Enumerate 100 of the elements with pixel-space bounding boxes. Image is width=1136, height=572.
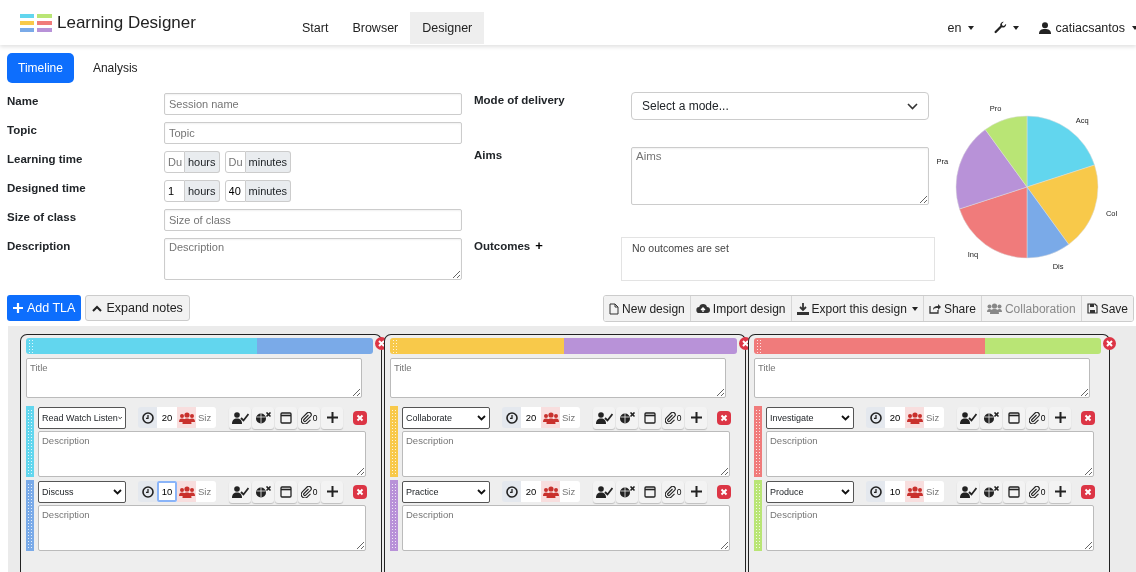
activity-type-select[interactable]: Read Watch Listen bbox=[38, 406, 126, 429]
icon-button[interactable] bbox=[252, 480, 274, 503]
toolbar-button[interactable]: Share bbox=[922, 296, 981, 321]
description-field[interactable]: Description bbox=[164, 238, 462, 280]
group-size-field[interactable]: Siz bbox=[560, 407, 580, 428]
aims-field[interactable]: Aims bbox=[631, 147, 929, 205]
attachments-button[interactable]: 0 bbox=[662, 406, 684, 429]
add-button[interactable] bbox=[685, 480, 707, 503]
grip-icon[interactable] bbox=[391, 409, 396, 474]
icon-button[interactable] bbox=[639, 480, 661, 503]
attachments-button[interactable]: 0 bbox=[298, 406, 320, 429]
language-menu[interactable]: en bbox=[943, 18, 978, 37]
grip-icon[interactable] bbox=[755, 409, 760, 474]
activity-type-select[interactable]: Collaborate bbox=[402, 406, 490, 429]
toolbar-button[interactable]: Expand notes bbox=[85, 295, 190, 321]
group-size-field[interactable]: Siz bbox=[196, 407, 216, 428]
icon-button[interactable] bbox=[616, 406, 638, 429]
description-field[interactable]: Description bbox=[38, 505, 366, 551]
attachments-button[interactable]: 0 bbox=[662, 480, 684, 503]
add-button[interactable] bbox=[1049, 406, 1071, 429]
duration-field[interactable]: 20 bbox=[521, 481, 541, 502]
user-menu[interactable]: catiacsantos bbox=[1034, 18, 1136, 37]
group-size-field[interactable]: Siz bbox=[924, 481, 944, 502]
nav-link[interactable]: Browser bbox=[340, 11, 411, 44]
duration-field[interactable]: 10 bbox=[885, 481, 905, 502]
grip-icon[interactable] bbox=[756, 339, 761, 353]
activity-type-select[interactable]: Practice bbox=[402, 480, 490, 503]
description-field[interactable]: Description bbox=[766, 431, 1094, 477]
group-size-field[interactable]: Siz bbox=[560, 481, 580, 502]
icon-button[interactable] bbox=[980, 406, 1002, 429]
duration-field[interactable]: 10 bbox=[157, 481, 177, 502]
grip-icon[interactable] bbox=[391, 483, 396, 548]
grip-icon[interactable] bbox=[392, 339, 397, 353]
duration-field[interactable]: 20 bbox=[521, 407, 541, 428]
text-field[interactable]: Session name bbox=[164, 93, 462, 115]
toolbar-button[interactable]: Add TLA bbox=[7, 295, 82, 321]
duration-field[interactable]: 40 bbox=[224, 180, 246, 202]
add-button[interactable] bbox=[685, 406, 707, 429]
text-field[interactable]: Topic bbox=[164, 122, 462, 144]
attachments-button[interactable]: 0 bbox=[1026, 406, 1048, 429]
description-field[interactable]: Description bbox=[38, 431, 366, 477]
description-field[interactable]: Description bbox=[766, 505, 1094, 551]
group-size-field[interactable]: Siz bbox=[196, 481, 216, 502]
icon-button[interactable] bbox=[1003, 406, 1025, 429]
icon-button[interactable] bbox=[229, 480, 251, 503]
mode-select[interactable]: Select a mode... bbox=[631, 92, 929, 120]
delete-icon[interactable] bbox=[1081, 484, 1095, 499]
tab[interactable]: Timeline bbox=[7, 53, 74, 83]
icon-button[interactable] bbox=[229, 406, 251, 429]
description-field[interactable]: Description bbox=[402, 505, 730, 551]
toolbar-button[interactable]: Import design bbox=[689, 296, 791, 321]
icon-button[interactable] bbox=[275, 480, 297, 503]
duration-field[interactable]: 20 bbox=[885, 407, 905, 428]
icon-button[interactable] bbox=[593, 406, 615, 429]
duration-field[interactable]: Du bbox=[224, 151, 246, 173]
activity-type-select[interactable]: Discuss bbox=[38, 480, 126, 503]
add-button[interactable] bbox=[1049, 480, 1071, 503]
description-field[interactable]: Description bbox=[402, 431, 730, 477]
icon-button[interactable] bbox=[980, 480, 1002, 503]
icon-button[interactable] bbox=[593, 480, 615, 503]
title-field[interactable]: Title bbox=[390, 358, 726, 398]
duration-field[interactable]: 1 bbox=[164, 180, 185, 202]
attachments-button[interactable]: 0 bbox=[298, 480, 320, 503]
delete-icon[interactable] bbox=[717, 484, 731, 499]
activity-type-select[interactable]: Investigate bbox=[766, 406, 854, 429]
tab[interactable]: Analysis bbox=[81, 53, 149, 83]
icon-button[interactable] bbox=[275, 406, 297, 429]
duration-field[interactable]: 20 bbox=[157, 407, 177, 428]
activity-color-strip[interactable] bbox=[754, 480, 762, 551]
toolbar-button[interactable]: Save bbox=[1080, 296, 1133, 321]
icon-button[interactable] bbox=[639, 406, 661, 429]
delete-icon[interactable] bbox=[717, 410, 731, 425]
text-field[interactable]: Size of class bbox=[164, 209, 462, 231]
icon-button[interactable] bbox=[957, 480, 979, 503]
grip-icon[interactable] bbox=[27, 483, 32, 548]
icon-button[interactable] bbox=[252, 406, 274, 429]
activity-color-strip[interactable] bbox=[26, 406, 34, 477]
group-size-field[interactable]: Siz bbox=[924, 407, 944, 428]
activity-type-select[interactable]: Produce bbox=[766, 480, 854, 503]
nav-link[interactable]: Start bbox=[290, 11, 341, 44]
grip-icon[interactable] bbox=[755, 483, 760, 548]
toolbar-button[interactable]: Export this design bbox=[790, 296, 923, 321]
icon-button[interactable] bbox=[1003, 480, 1025, 503]
activity-color-strip[interactable] bbox=[390, 406, 398, 477]
grip-icon[interactable] bbox=[28, 339, 33, 353]
title-field[interactable]: Title bbox=[754, 358, 1090, 398]
title-field[interactable]: Title bbox=[26, 358, 362, 398]
add-button[interactable] bbox=[321, 480, 343, 503]
activity-color-strip[interactable] bbox=[390, 480, 398, 551]
icon-button[interactable] bbox=[957, 406, 979, 429]
icon-button[interactable] bbox=[616, 480, 638, 503]
add-button[interactable] bbox=[321, 406, 343, 429]
delete-icon[interactable] bbox=[1081, 410, 1095, 425]
attachments-button[interactable]: 0 bbox=[1026, 480, 1048, 503]
add-outcome-button[interactable]: + bbox=[535, 239, 543, 253]
delete-icon[interactable] bbox=[353, 484, 367, 499]
delete-icon[interactable] bbox=[353, 410, 367, 425]
activity-color-strip[interactable] bbox=[26, 480, 34, 551]
duration-field[interactable]: Du bbox=[164, 151, 185, 173]
grip-icon[interactable] bbox=[27, 409, 32, 474]
